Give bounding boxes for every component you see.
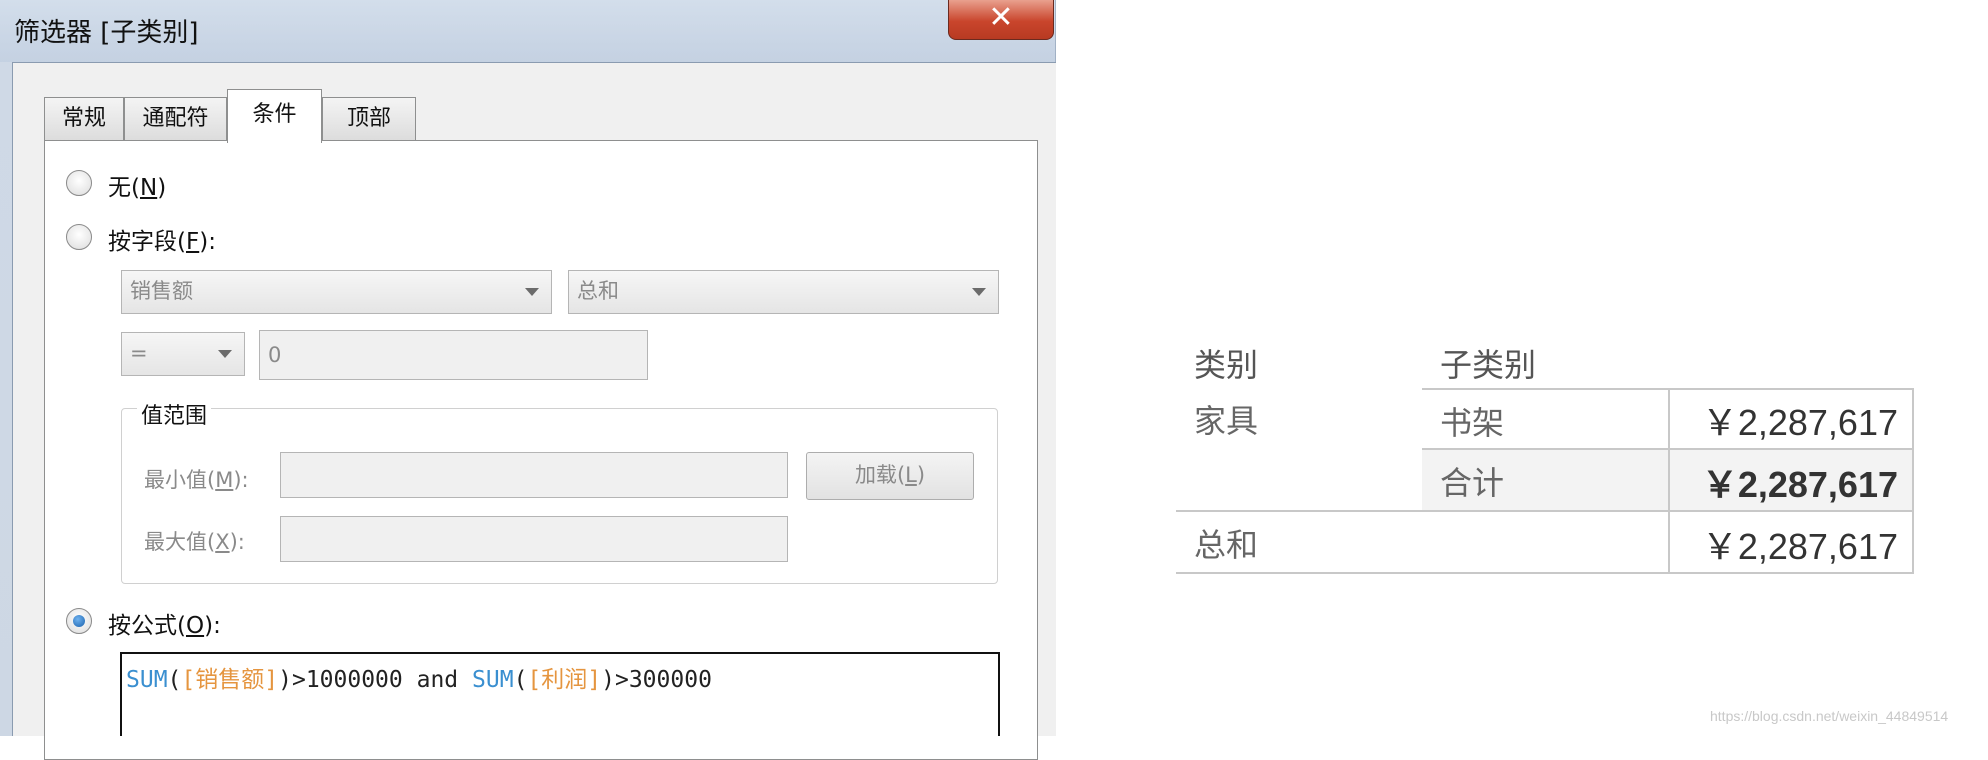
radio-none-label[interactable]: 无(N) — [108, 168, 166, 202]
aggregation-combo-value: 总和 — [577, 279, 619, 303]
divider — [1176, 572, 1914, 574]
field-combo[interactable]: 销售额 — [121, 270, 552, 314]
subtotal-value: ￥2,287,617 — [1701, 464, 1898, 505]
row-value: ￥2,287,617 — [1701, 402, 1898, 443]
filter-dialog: 筛选器 [子类别] ✕ 常规 通配符 条件 顶部 无(N) 按字段(F): 销售… — [0, 0, 1056, 760]
watermark: https://blog.csdn.net/weixin_44849514 — [1710, 708, 1949, 724]
close-icon: ✕ — [988, 0, 1014, 35]
field-combo-value: 销售额 — [130, 279, 193, 303]
divider — [1912, 388, 1914, 574]
value-input[interactable]: 0 — [259, 330, 648, 380]
tab-general[interactable]: 常规 — [44, 97, 124, 141]
subtotal-label: 合计 — [1440, 464, 1505, 502]
max-value-input[interactable] — [280, 516, 788, 562]
grand-total-label: 总和 — [1194, 526, 1259, 564]
close-button[interactable]: ✕ — [948, 0, 1054, 40]
min-value-label: 最小值(M): — [144, 468, 249, 492]
chevron-down-icon — [218, 350, 232, 358]
radio-by-field[interactable] — [66, 224, 92, 250]
formula-field: [利润] — [527, 667, 602, 693]
formula-editor[interactable]: SUM([销售额])>1000000 and SUM([利润])>300000 — [120, 652, 1000, 736]
min-value-input[interactable] — [280, 452, 788, 498]
radio-none[interactable] — [66, 170, 92, 196]
formula-comparison: >300000 — [614, 667, 712, 693]
formula-operator: and — [416, 667, 459, 693]
radio-by-field-label[interactable]: 按字段(F): — [108, 222, 216, 256]
header-subcategory: 子类别 — [1440, 346, 1537, 384]
row-category: 家具 — [1194, 402, 1259, 440]
dialog-title: 筛选器 [子类别] — [14, 18, 199, 48]
formula-function: SUM — [126, 667, 168, 693]
grand-total-value: ￥2,287,617 — [1701, 526, 1898, 567]
radio-by-formula-label[interactable]: 按公式(O): — [108, 606, 221, 640]
aggregation-combo[interactable]: 总和 — [568, 270, 999, 314]
load-button[interactable]: 加载(L) — [806, 452, 974, 500]
chevron-down-icon — [972, 288, 986, 296]
divider — [1176, 510, 1914, 512]
tab-top[interactable]: 顶部 — [322, 97, 416, 141]
radio-selected-dot — [73, 615, 85, 627]
chevron-down-icon — [525, 288, 539, 296]
tab-wildcard[interactable]: 通配符 — [124, 97, 227, 141]
operator-combo[interactable]: = — [121, 332, 245, 376]
operator-combo-value: = — [130, 341, 148, 365]
value-range-legend: 值范围 — [137, 398, 212, 430]
formula-comparison: >1000000 — [291, 667, 403, 693]
tab-condition[interactable]: 条件 — [227, 89, 322, 143]
max-value-label: 最大值(X): — [144, 530, 245, 554]
row-subcategory: 书架 — [1440, 404, 1505, 442]
formula-function: SUM — [472, 667, 514, 693]
divider — [1668, 388, 1670, 574]
radio-by-formula[interactable] — [66, 608, 92, 634]
header-category: 类别 — [1194, 346, 1259, 384]
formula-field: [销售额] — [181, 667, 279, 693]
